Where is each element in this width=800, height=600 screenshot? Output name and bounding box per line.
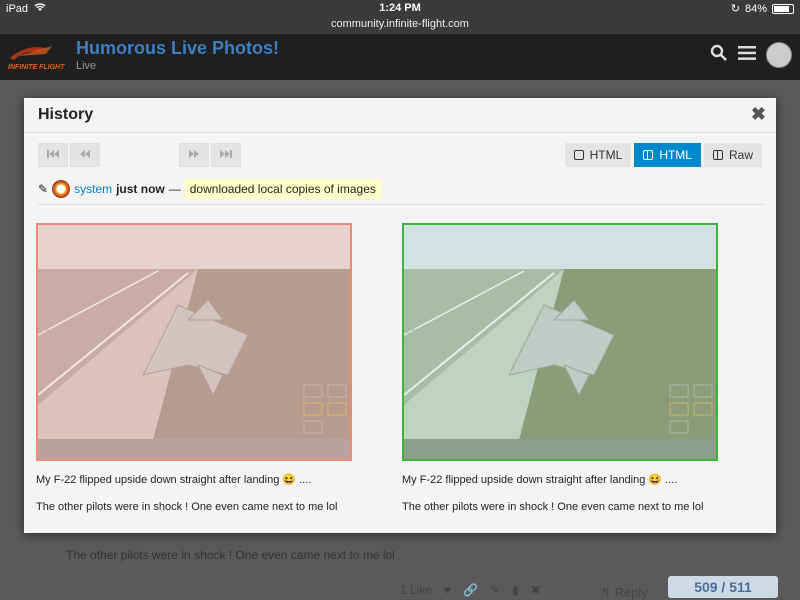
skip-first-icon: [47, 150, 59, 158]
single-pane-icon: [573, 150, 584, 160]
next-revision-button[interactable]: [179, 143, 209, 167]
battery-percent: 84%: [744, 2, 767, 15]
address-bar[interactable]: community.infinite-flight.com: [0, 18, 800, 34]
revision-reason: downloaded local copies of images: [184, 179, 381, 199]
view-inline-html-button[interactable]: HTML: [564, 143, 632, 167]
avatar[interactable]: [52, 180, 71, 198]
rewind-icon: [80, 150, 90, 158]
divider: [24, 132, 776, 133]
revision-user[interactable]: system: [74, 182, 112, 196]
fast-forward-icon: [189, 150, 199, 158]
post-text-line: The other pilots were in shock ! One eve…: [402, 501, 704, 513]
post-image-current[interactable]: [402, 223, 718, 461]
heart-icon[interactable]: ♥: [444, 583, 451, 597]
topic-category[interactable]: Live: [76, 60, 96, 72]
split-pane-icon: [643, 150, 654, 160]
revision-time: just now: [116, 182, 165, 196]
first-revision-button[interactable]: [38, 143, 68, 167]
current-version-pane: My F-22 flipped upside down straight aft…: [402, 223, 718, 513]
flight-screenshot: [38, 225, 350, 459]
post-text: The other pilots were in shock ! One eve…: [66, 548, 395, 562]
close-icon[interactable]: ✖: [751, 104, 766, 125]
revision-info: ✎ system just now — downloaded local cop…: [38, 178, 381, 200]
bookmark-icon[interactable]: ▮: [512, 583, 519, 597]
battery-icon: [772, 3, 794, 14]
post-text-line: My F-22 flipped upside down straight aft…: [402, 474, 678, 486]
flight-screenshot: [404, 225, 716, 459]
link-icon[interactable]: 🔗: [463, 583, 478, 597]
previous-revision-button[interactable]: [70, 143, 100, 167]
view-side-by-side-html-button[interactable]: HTML: [634, 143, 701, 167]
post-text-line: The other pilots were in shock ! One eve…: [36, 501, 338, 513]
hamburger-menu-icon[interactable]: [738, 45, 756, 66]
split-pane-icon: [712, 150, 723, 160]
reply-icon: ↰: [600, 585, 611, 600]
trash-icon[interactable]: ✖: [531, 583, 541, 597]
topic-title[interactable]: Humorous Live Photos!: [76, 38, 279, 59]
history-modal: History ✖ HTML HTML Raw ✎ system just no…: [24, 98, 776, 533]
reply-button[interactable]: ↰ Reply: [600, 585, 648, 600]
forum-header: INFINITE FLIGHT Humorous Live Photos! Li…: [0, 34, 800, 80]
reply-label: Reply: [614, 585, 648, 600]
last-revision-button[interactable]: [211, 143, 241, 167]
view-button-label: Raw: [728, 148, 753, 162]
post-text-line: My F-22 flipped upside down straight aft…: [36, 474, 312, 486]
post-actions: 1 Like ♥ 🔗 ✎ ▮ ✖: [400, 583, 541, 597]
rotation-lock-icon: ↻: [730, 3, 740, 15]
infinite-flight-logo[interactable]: INFINITE FLIGHT: [6, 40, 68, 72]
pencil-icon[interactable]: ✎: [490, 583, 500, 597]
revision-dash: —: [168, 182, 181, 196]
skip-last-icon: [220, 150, 232, 158]
modal-title: History: [38, 106, 94, 123]
divider: [38, 204, 764, 205]
view-button-label: HTML: [659, 148, 692, 162]
user-avatar[interactable]: [766, 42, 792, 68]
post-image-previous[interactable]: [36, 223, 352, 461]
view-raw-button[interactable]: Raw: [703, 143, 762, 167]
like-count[interactable]: 1 Like: [400, 583, 432, 597]
previous-version-pane: My F-22 flipped upside down straight aft…: [36, 223, 352, 513]
svg-text:INFINITE FLIGHT: INFINITE FLIGHT: [8, 64, 65, 71]
status-bar: iPad 1:24 PM ↻ 84%: [0, 0, 800, 18]
clock: 1:24 PM: [379, 2, 421, 14]
view-button-label: HTML: [589, 148, 623, 162]
post-counter[interactable]: 509 / 511: [668, 576, 778, 598]
pencil-icon: ✎: [38, 182, 49, 196]
view-mode-toggle: HTML HTML Raw: [562, 143, 762, 167]
search-icon[interactable]: [710, 44, 728, 67]
